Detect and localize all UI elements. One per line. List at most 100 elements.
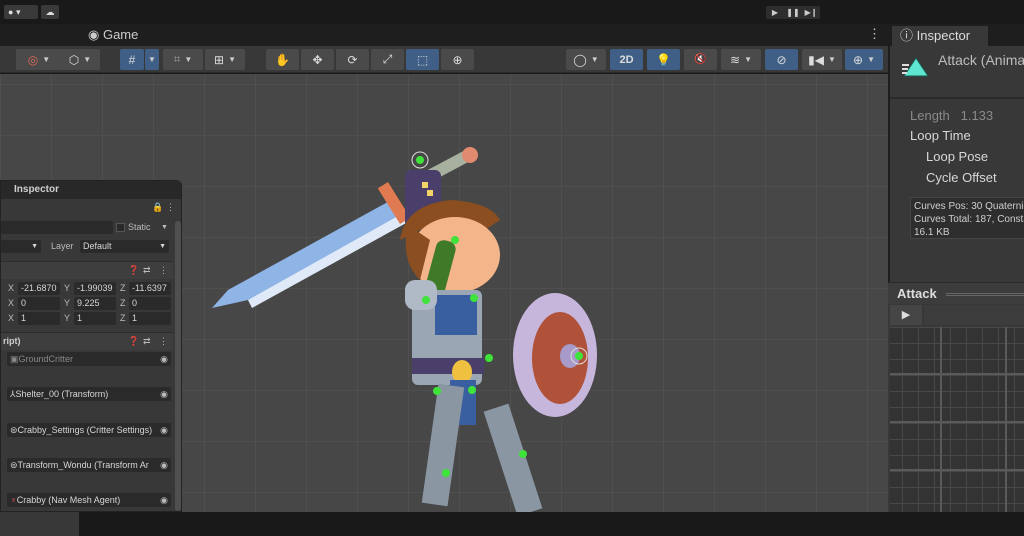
- pause-button[interactable]: ❚❚: [784, 6, 802, 19]
- scale-tool-button[interactable]: ⤢: [371, 49, 404, 70]
- visibility-toggle-button[interactable]: ⊘: [765, 49, 798, 70]
- scriptable-object-icon: ⊜: [10, 425, 18, 435]
- nav-mesh-reference-field[interactable]: ♆Crabby (Nav Mesh Agent) ◉: [7, 493, 171, 507]
- cube-icon: ⬡: [68, 52, 80, 67]
- bone-point[interactable]: [451, 236, 459, 244]
- character-sprite[interactable]: [200, 130, 620, 512]
- animation-preview-grid[interactable]: [890, 327, 1024, 512]
- layer-label: Layer: [51, 241, 74, 251]
- tag-dropdown[interactable]: ▼: [1, 240, 41, 253]
- bone-point[interactable]: [470, 294, 478, 302]
- transform-section-header[interactable]: ❓ ⇄ ⋮: [1, 261, 173, 279]
- sword-blade: [212, 198, 408, 308]
- camera-button[interactable]: ▮◀ ▼: [802, 49, 842, 70]
- cloud-icon[interactable]: ☁: [41, 5, 59, 19]
- bone-point[interactable]: [519, 450, 527, 458]
- rect-tool-button[interactable]: ⬚: [406, 49, 439, 70]
- increment-snap-button[interactable]: ⌗ ▼: [163, 49, 203, 70]
- leg-right: [483, 403, 543, 512]
- top-bar: ● ▾ ☁ ▶ ❚❚ ▶❙: [0, 0, 1024, 24]
- gauntlet-gem: [427, 190, 433, 196]
- rotation-x-field[interactable]: 0: [18, 297, 60, 310]
- help-icon[interactable]: ❓: [128, 335, 139, 348]
- more-options-icon[interactable]: ⋮: [159, 264, 168, 277]
- tab-game[interactable]: ◉ Game: [82, 24, 162, 46]
- rotate-icon: ⟳: [347, 52, 358, 67]
- account-dropdown[interactable]: ● ▾: [4, 5, 38, 19]
- hand-tool-button[interactable]: ✋: [266, 49, 299, 70]
- animation-panel: Attack ▶: [888, 282, 1024, 512]
- position-y-field[interactable]: -1.99039: [74, 282, 116, 295]
- bone-point[interactable]: [422, 296, 430, 304]
- lock-icon[interactable]: 🔒: [152, 201, 163, 214]
- script-field: ▣GroundCritter ◉: [7, 352, 171, 366]
- tab-inspector[interactable]: ⓘ Inspector: [892, 26, 988, 46]
- more-options-icon[interactable]: ⋮: [159, 335, 168, 348]
- grid-snap-button[interactable]: #: [120, 49, 144, 70]
- object-picker-icon[interactable]: ◉: [160, 387, 168, 401]
- scale-row: X 1 Y 1 Z 1: [1, 312, 173, 328]
- drag-handle[interactable]: [946, 293, 1024, 296]
- object-picker-icon[interactable]: ◉: [160, 493, 168, 507]
- scale-z-field[interactable]: 1: [129, 312, 171, 325]
- lighting-toggle-button[interactable]: 💡: [647, 49, 680, 70]
- bone-point[interactable]: [442, 469, 450, 477]
- grid-settings-button[interactable]: ⊞ ▼: [205, 49, 245, 70]
- cycle-offset-field[interactable]: Cycle Offset: [926, 170, 997, 185]
- audio-toggle-button[interactable]: 🔇: [684, 49, 717, 70]
- bone-point[interactable]: [575, 352, 583, 360]
- scale-y-field[interactable]: 1: [74, 312, 116, 325]
- more-options-icon[interactable]: ⋮: [166, 201, 175, 214]
- camera-icon: ▮◀: [808, 52, 824, 67]
- inspector-scrollbar[interactable]: [175, 221, 181, 511]
- script-section-header[interactable]: ript) ❓ ⇄ ⋮: [1, 332, 173, 350]
- bone-point[interactable]: [468, 386, 476, 394]
- position-x-field[interactable]: -21.6870: [18, 282, 60, 295]
- preset-icon[interactable]: ⇄: [143, 264, 151, 277]
- bone-point[interactable]: [433, 387, 441, 395]
- length-value: 1.133: [960, 108, 994, 123]
- step-button[interactable]: ▶❙: [802, 6, 820, 19]
- shading-mode-button[interactable]: ◯ ▼: [566, 49, 606, 70]
- layer-dropdown[interactable]: Default ▼: [80, 240, 169, 253]
- increment-snap-icon: ⌗: [173, 52, 181, 66]
- bone-point[interactable]: [485, 354, 493, 362]
- play-button[interactable]: ▶: [766, 6, 784, 19]
- object-name-field[interactable]: [1, 221, 113, 234]
- play-preview-button[interactable]: ▶: [890, 305, 922, 325]
- shelter-reference-field[interactable]: ⅄Shelter_00 (Transform) ◉: [7, 387, 171, 401]
- rotation-y-field[interactable]: 9.225: [74, 297, 116, 310]
- 2d-toggle-button[interactable]: 2D: [610, 49, 643, 70]
- settings-reference-field[interactable]: ⊜Crabby_Settings (Critter Settings) ◉: [7, 423, 171, 437]
- effects-button[interactable]: ≋ ▼: [721, 49, 761, 70]
- static-dropdown-icon[interactable]: ▼: [161, 221, 168, 234]
- move-tool-button[interactable]: ✥: [301, 49, 334, 70]
- audio-mute-icon: 🔇: [694, 54, 707, 65]
- object-picker-icon[interactable]: ◉: [160, 458, 168, 472]
- static-label: Static: [128, 222, 151, 232]
- transform-tool-button[interactable]: ⊕: [441, 49, 474, 70]
- grid-snap-dropdown[interactable]: ▼: [145, 49, 159, 70]
- position-z-field[interactable]: -11.6397: [129, 282, 171, 295]
- scriptable-object-icon: ⊜: [10, 460, 18, 470]
- sword-blade-highlight: [248, 216, 408, 308]
- scale-x-field[interactable]: 1: [18, 312, 60, 325]
- transform-wondu-reference-field[interactable]: ⊜Transform_Wondu (Transform Ar ◉: [7, 458, 171, 472]
- more-options-icon[interactable]: ⋮: [868, 26, 881, 42]
- gizmos-globe-icon: ⊕: [853, 52, 864, 67]
- rotation-z-field[interactable]: 0: [129, 297, 171, 310]
- loop-pose-toggle[interactable]: Loop Pose: [926, 149, 988, 164]
- help-icon[interactable]: ❓: [128, 264, 139, 277]
- shaded-mode-button[interactable]: ⬡ ▼: [60, 49, 100, 70]
- gauntlet-gem: [422, 182, 428, 188]
- static-checkbox[interactable]: [116, 223, 125, 232]
- bone-point[interactable]: [416, 156, 424, 164]
- gizmos-button[interactable]: ⊕ ▼: [845, 49, 883, 70]
- loop-time-toggle[interactable]: Loop Time: [910, 128, 971, 143]
- draw-mode-button[interactable]: ◎ ▼: [16, 49, 62, 70]
- gamepad-icon: ◉: [88, 27, 100, 42]
- tunic: [435, 295, 477, 335]
- rotate-tool-button[interactable]: ⟳: [336, 49, 369, 70]
- preset-icon[interactable]: ⇄: [143, 335, 151, 348]
- object-picker-icon[interactable]: ◉: [160, 423, 168, 437]
